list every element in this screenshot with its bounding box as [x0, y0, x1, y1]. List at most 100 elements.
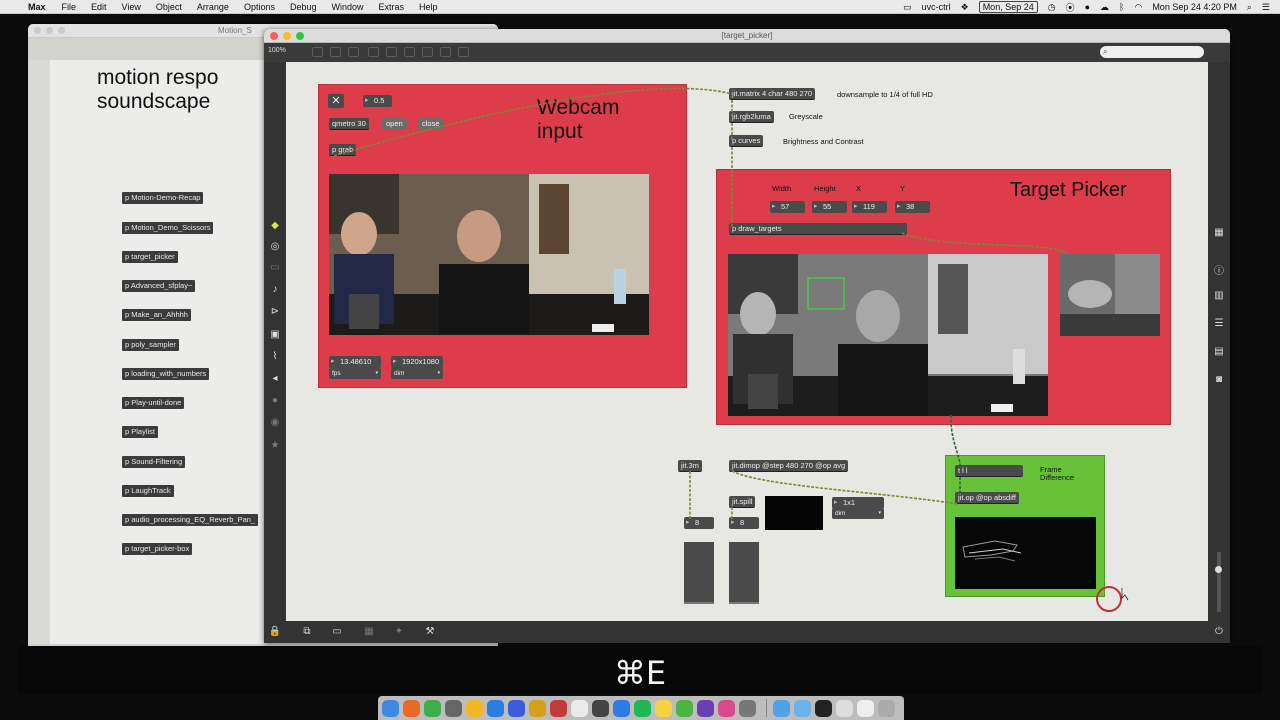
minimize-window-button[interactable]	[283, 32, 291, 40]
menu-view[interactable]: View	[122, 2, 141, 12]
spotify-icon[interactable]	[634, 699, 651, 717]
firefox-icon[interactable]	[403, 699, 420, 717]
fps-number-box[interactable]: 13.48610	[329, 356, 381, 368]
app-icon[interactable]	[676, 699, 693, 717]
camera-status-icon[interactable]: ▭	[903, 2, 912, 13]
app-icon[interactable]	[718, 699, 735, 717]
new-message-icon[interactable]	[330, 47, 341, 57]
toggle-object-icon[interactable]	[386, 47, 397, 57]
dim-1x1-menu[interactable]: dim ▾	[832, 508, 884, 519]
date-box[interactable]: Mon, Sep 24	[978, 1, 1038, 13]
menu-extras[interactable]: Extras	[379, 2, 405, 12]
reference-icon[interactable]: ▥	[1208, 290, 1230, 301]
playlist-icon[interactable]: ⊳	[264, 306, 286, 317]
notification-center-icon[interactable]: ☰	[1262, 2, 1270, 13]
subpatcher-box[interactable]: p loading_with_numbers	[122, 368, 210, 380]
left-level-meter[interactable]	[684, 542, 714, 604]
wrench-icon[interactable]: ⚒	[419, 626, 441, 637]
grid-icon[interactable]: ▦	[358, 626, 380, 637]
keyboard-icon[interactable]: ▦	[1208, 227, 1230, 238]
search-input[interactable]: ⌕	[1100, 46, 1204, 58]
subpatcher-box[interactable]: p audio_processing_EQ_Reverb_Pan_	[122, 514, 259, 526]
height-number-box[interactable]: 55	[812, 201, 847, 213]
folder-icon[interactable]	[794, 699, 811, 717]
target-icon[interactable]: ◎	[264, 241, 286, 252]
subpatcher-box[interactable]: p poly_sampler	[122, 339, 179, 351]
app-icon[interactable]	[445, 699, 462, 717]
subpatcher-box[interactable]: p Play-until-done	[122, 397, 185, 409]
zoom-level[interactable]: 100%	[268, 47, 286, 54]
left-number-box[interactable]: 8	[684, 517, 714, 529]
menu-file[interactable]: File	[62, 2, 77, 12]
present-mode-icon[interactable]: ▭	[326, 626, 348, 637]
wifi-icon[interactable]: ◠	[1134, 2, 1142, 13]
trigger-object[interactable]: t l l	[955, 465, 1023, 477]
jit-rgb2luma-object[interactable]: jit.rgb2luma	[729, 111, 774, 123]
dim-number-box[interactable]: 1920x1080	[391, 356, 443, 368]
info-icon[interactable]: ⓘ	[1208, 262, 1230, 277]
volume-knob[interactable]	[1215, 566, 1222, 573]
jit-op-absdiff-object[interactable]: jit.op @op absdiff	[955, 492, 1019, 504]
jit-matrix-object[interactable]: jit.matrix 4 char 480 270	[729, 88, 816, 100]
folder-icon[interactable]	[773, 699, 790, 717]
messages-icon[interactable]	[613, 699, 630, 717]
spotlight-icon[interactable]: ⌕	[1247, 2, 1252, 13]
right-level-meter[interactable]	[729, 542, 759, 604]
chrome-icon[interactable]	[424, 699, 441, 717]
app-icon[interactable]	[697, 699, 714, 717]
terminal-icon[interactable]	[815, 699, 832, 717]
width-number-box[interactable]: 57	[770, 201, 805, 213]
grab-subpatcher[interactable]: p grab	[329, 144, 357, 156]
new-comment-icon[interactable]	[348, 47, 359, 57]
new-object-icon[interactable]	[312, 47, 323, 57]
star-icon[interactable]: ★	[264, 440, 286, 451]
y-number-box[interactable]: 38	[895, 201, 930, 213]
plug-icon[interactable]: ◂	[264, 373, 286, 384]
x-number-box[interactable]: 119	[852, 201, 887, 213]
status-icon[interactable]: ⦿	[1066, 1, 1075, 14]
document-icon[interactable]	[857, 699, 874, 717]
clock[interactable]: Mon Sep 24 4:20 PM	[1152, 2, 1237, 12]
zoom-window-button[interactable]	[296, 32, 304, 40]
patcher-canvas[interactable]: Webcam input ✕ 0.5 qmetro 30 open close …	[286, 62, 1208, 621]
book-icon[interactable]: ▤	[1208, 346, 1230, 357]
app-icon[interactable]	[571, 699, 588, 717]
back-zoom-dot[interactable]	[58, 27, 65, 34]
trash-icon[interactable]	[878, 699, 895, 717]
paperclip-icon[interactable]: ⌇	[264, 351, 286, 362]
add-object-icon[interactable]	[458, 47, 469, 57]
float-number-box[interactable]: 0.5	[363, 95, 392, 107]
document-icon[interactable]	[836, 699, 853, 717]
subpatcher-box[interactable]: p Playlist	[122, 426, 159, 438]
close-message[interactable]: close	[418, 118, 444, 130]
subpatcher-box[interactable]: p target_picker-box	[122, 543, 193, 555]
menu-options[interactable]: Options	[244, 2, 275, 12]
back-close-dot[interactable]	[34, 27, 41, 34]
back-minimize-dot[interactable]	[46, 27, 53, 34]
slider-object-icon[interactable]	[422, 47, 433, 57]
draw-targets-subpatcher[interactable]: p draw_targets	[729, 223, 907, 235]
menu-help[interactable]: Help	[419, 2, 438, 12]
close-device-button[interactable]: ✕	[328, 94, 344, 108]
target-picker-window[interactable]: [target_picker] 100% ⌕ ◆ ◎ ▭ ♪ ⊳ ▣ ⌇ ◂ ●…	[264, 29, 1230, 643]
subpatcher-box[interactable]: p Motion_Demo_Scissors	[122, 222, 214, 234]
subpatcher-box[interactable]: p LaughTrack	[122, 485, 174, 497]
qmetro-object[interactable]: qmetro 30	[329, 118, 369, 130]
jit-dimop-object[interactable]: jit.dimop @step 480 270 @op avg	[729, 460, 849, 472]
number-object-icon[interactable]	[404, 47, 415, 57]
menu-window[interactable]: Window	[332, 2, 364, 12]
disabled-icon-2[interactable]: ◉	[264, 417, 286, 428]
menu-debug[interactable]: Debug	[290, 2, 317, 12]
subpatcher-box[interactable]: p Sound-Filtering	[122, 456, 186, 468]
menu-arrange[interactable]: Arrange	[197, 2, 229, 12]
subpatcher-box[interactable]: p Advanced_sfplay~	[122, 280, 196, 292]
camera-icon[interactable]: ◙	[1208, 374, 1230, 385]
cloud-icon[interactable]: ☁	[1100, 2, 1109, 13]
open-message[interactable]: open	[382, 118, 407, 130]
close-window-button[interactable]	[270, 32, 278, 40]
app-icon[interactable]	[466, 699, 483, 717]
presentation-icon[interactable]: ⧉	[296, 626, 318, 637]
dial-object-icon[interactable]	[440, 47, 451, 57]
app-icon[interactable]	[508, 699, 525, 717]
curves-subpatcher[interactable]: p curves	[729, 135, 764, 147]
